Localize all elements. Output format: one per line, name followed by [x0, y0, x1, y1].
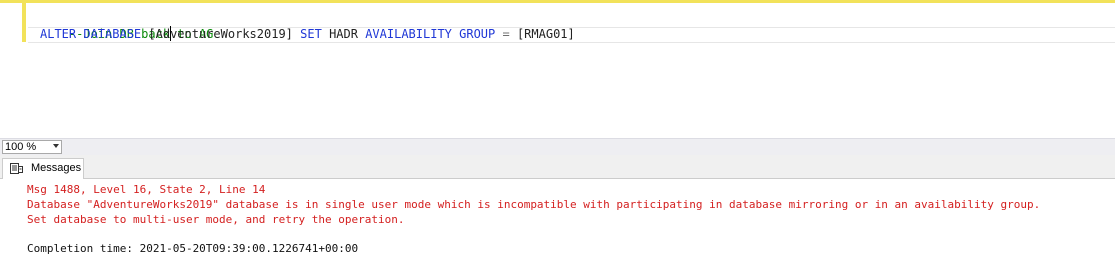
database-name-end: ventureWorks2019]: [170, 27, 293, 41]
query-editor[interactable]: --Join DB back to AG ALTER DATABASE [Adv…: [0, 0, 1115, 138]
keyword-availability-group: AVAILABILITY GROUP: [365, 27, 496, 41]
keyword-alter-database: ALTER DATABASE: [40, 27, 142, 41]
zoom-bar: 100 %: [0, 138, 1115, 155]
hadr-token: HADR: [329, 27, 358, 41]
change-tracking-bar: [22, 3, 26, 42]
completion-time: Completion time: 2021-05-20T09:39:00.122…: [27, 242, 359, 255]
availability-group-name: [RMAG01]: [516, 27, 575, 41]
dropdown-arrow-icon: [53, 144, 59, 148]
tab-messages[interactable]: Messages: [2, 158, 84, 179]
messages-pane[interactable]: Msg 1488, Level 16, State 2, Line 14 Dat…: [0, 179, 1115, 280]
zoom-level-value: 100 %: [5, 141, 37, 153]
zoom-level-dropdown[interactable]: 100 %: [2, 140, 62, 154]
error-header: Msg 1488, Level 16, State 2, Line 14: [27, 183, 266, 196]
error-message-line-1: Database "AdventureWorks2019" database i…: [27, 198, 1041, 211]
tab-messages-label: Messages: [31, 162, 82, 174]
messages-icon: [10, 163, 23, 175]
error-message-line-2: Set database to multi-user mode, and ret…: [27, 213, 405, 226]
results-tabstrip: Messages: [0, 155, 1115, 179]
keyword-set: SET: [300, 27, 322, 41]
code-line-comment[interactable]: --Join DB back to AG: [40, 10, 214, 41]
code-line-statement[interactable]: ALTER DATABASE [AdventureWorks2019] SET …: [40, 26, 1115, 42]
equals-operator: =: [502, 27, 510, 41]
database-name-start: [Ad: [148, 27, 171, 41]
